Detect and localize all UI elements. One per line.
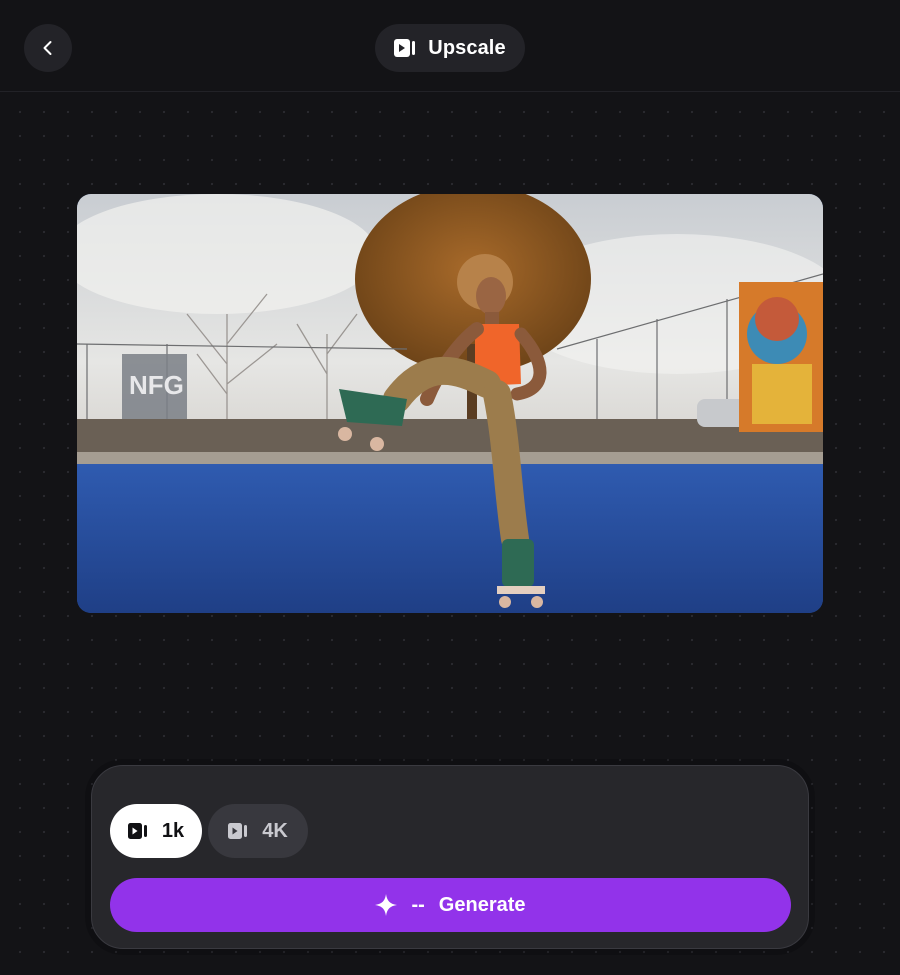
page-title-pill: Upscale — [375, 24, 525, 72]
generate-button[interactable]: -- Generate — [110, 878, 791, 932]
video-play-icon — [228, 823, 248, 839]
video-thumbnail: NFG — [77, 194, 823, 613]
generate-label: Generate — [438, 893, 526, 916]
upscale-page: Upscale NFG 1k 4K -- Generate — [0, 0, 900, 975]
video-play-icon — [127, 823, 148, 839]
resolution-1k-button[interactable]: 1k — [110, 804, 202, 858]
page-title: Upscale — [428, 36, 506, 59]
resolution-1k-label: 1k — [161, 819, 185, 842]
sparkle-icon — [375, 894, 398, 916]
generate-cost: -- — [411, 893, 425, 916]
video-preview[interactable]: NFG — [77, 194, 823, 613]
back-button[interactable] — [24, 24, 72, 72]
video-play-icon — [394, 39, 416, 57]
svg-text:NFG: NFG — [129, 370, 184, 400]
resolution-4k-button[interactable]: 4K — [208, 804, 308, 858]
upscale-options-panel: 1k 4K -- Generate — [91, 765, 809, 949]
chevron-left-icon — [43, 41, 52, 55]
resolution-4k-label: 4K — [262, 819, 288, 842]
top-bar: Upscale — [0, 0, 900, 92]
